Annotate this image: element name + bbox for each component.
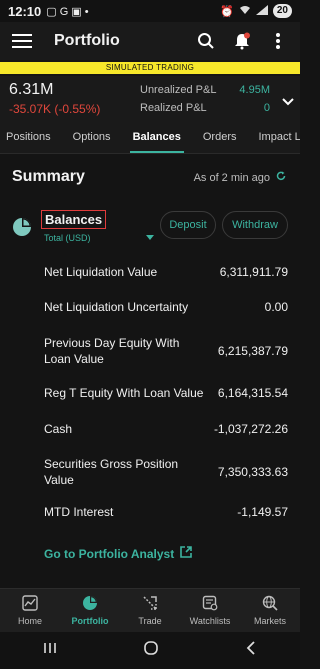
row-label: Net Liquidation Uncertainty	[44, 300, 189, 314]
menu-icon[interactable]	[12, 34, 32, 48]
portfolio-tabs: Positions Options Balances Orders Impact…	[0, 122, 300, 154]
list-item: Net Liquidation Value 6,311,911.79	[44, 255, 288, 288]
realized-pnl-value: 0	[263, 102, 270, 114]
refresh-icon[interactable]	[276, 171, 286, 184]
simulated-trading-banner: SIMULATED TRADING	[0, 62, 300, 74]
nav-watchlists[interactable]: Watchlists	[180, 589, 240, 632]
nav-portfolio-label: Portfolio	[71, 616, 109, 626]
nav-portfolio[interactable]: Portfolio	[60, 589, 120, 632]
tab-impact-lens[interactable]: Impact Len	[248, 122, 301, 153]
tab-balances[interactable]: Balances	[122, 122, 192, 153]
realized-pnl-row: Realized P&L 0	[140, 102, 270, 114]
notification-icons: ▢ G ▣ •	[46, 5, 89, 18]
unrealized-pnl-value: 4.95M	[239, 84, 270, 96]
row-value: 6,311,911.79	[219, 264, 288, 279]
search-icon[interactable]	[196, 31, 216, 51]
more-vert-icon[interactable]	[268, 31, 288, 51]
nav-trade-label: Trade	[138, 616, 162, 626]
portfolio-analyst-label: Go to Portfolio Analyst	[44, 546, 175, 561]
tab-positions[interactable]: Positions	[0, 122, 62, 153]
currency-selector[interactable]: Total (USD)	[44, 233, 91, 243]
app-bar: Portfolio	[0, 22, 300, 60]
bottom-nav: Home Portfolio Trade Watchlists Markets	[0, 588, 300, 632]
external-link-icon	[180, 546, 193, 561]
daily-change: -35.07K (-0.55%)	[9, 102, 101, 116]
nav-markets-label: Markets	[253, 616, 286, 626]
balances-header: Balances Total (USD) Deposit Withdraw	[12, 207, 292, 247]
account-summary-header[interactable]: 6.31M -35.07K (-0.55%) Unrealized P&L 4.…	[0, 76, 300, 122]
wifi-icon	[239, 5, 251, 18]
chevron-down-icon[interactable]	[282, 93, 294, 111]
recent-apps-icon[interactable]	[43, 641, 57, 660]
page-title: Portfolio	[54, 32, 120, 49]
pie-chart-icon	[12, 217, 32, 242]
nav-home-label: Home	[17, 616, 42, 626]
list-item: Net Liquidation Uncertainty 0.00	[44, 288, 288, 326]
row-value: 6,164,315.54	[217, 386, 288, 400]
list-item: Securities Gross Position Value 7,350,33…	[44, 447, 288, 497]
home-button-icon[interactable]	[143, 640, 159, 661]
row-value: -1,149.57	[237, 505, 288, 519]
row-label: MTD Interest	[44, 505, 114, 519]
as-of-text: As of 2 min ago	[193, 171, 270, 184]
status-bar: 12:10 ▢ G ▣ • ⏰ 20	[0, 0, 300, 22]
nav-trade[interactable]: Trade	[120, 589, 180, 632]
watchlists-icon	[202, 595, 218, 613]
tab-options[interactable]: Options	[62, 122, 122, 153]
status-time: 12:10	[8, 3, 42, 19]
caret-down-icon[interactable]	[146, 235, 154, 240]
list-item: Reg T Equity With Loan Value 6,164,315.5…	[44, 375, 288, 411]
nav-markets[interactable]: Markets	[240, 589, 300, 632]
signal-icon	[255, 4, 268, 18]
withdraw-button[interactable]: Withdraw	[222, 211, 288, 239]
list-item: Previous Day Equity With Loan Value 6,21…	[44, 326, 288, 375]
back-icon[interactable]	[245, 641, 257, 660]
alarm-icon: ⏰	[220, 5, 234, 18]
realized-pnl-label: Realized P&L	[140, 102, 207, 114]
unrealized-pnl-row: Unrealized P&L 4.95M	[140, 84, 270, 96]
net-liquidation-value: 6.31M	[9, 81, 54, 98]
trade-arrows-icon	[142, 595, 158, 613]
unrealized-pnl-label: Unrealized P&L	[140, 84, 217, 96]
battery-level: 20	[272, 4, 292, 18]
list-item: Cash -1,037,272.26	[44, 411, 288, 447]
portfolio-pie-icon	[82, 595, 98, 613]
balances-list: Net Liquidation Value 6,311,911.79 Net L…	[44, 255, 288, 527]
row-value: 6,215,387.79	[217, 343, 288, 358]
bell-icon[interactable]	[232, 31, 252, 51]
markets-globe-icon	[262, 595, 278, 613]
row-label: Net Liquidation Value	[44, 264, 158, 279]
portfolio-analyst-link[interactable]: Go to Portfolio Analyst	[44, 546, 193, 561]
row-label: Cash	[44, 422, 73, 436]
balances-title: Balances	[41, 210, 107, 229]
row-label: Securities Gross Position Value	[44, 457, 179, 487]
system-nav-bar	[0, 632, 300, 669]
row-value: 0.00	[264, 300, 288, 314]
nav-home[interactable]: Home	[0, 589, 60, 632]
deposit-button[interactable]: Deposit	[160, 211, 216, 239]
list-item: MTD Interest -1,149.57	[44, 497, 288, 527]
home-chart-icon	[22, 595, 38, 613]
row-value: 7,350,333.63	[217, 465, 288, 479]
nav-watchlists-label: Watchlists	[189, 616, 231, 626]
row-label: Previous Day Equity With Loan Value	[44, 335, 180, 366]
balances-content: Summary As of 2 min ago Balances Total (…	[0, 155, 300, 588]
as-of-refresh[interactable]: As of 2 min ago	[194, 171, 286, 184]
row-value: -1,037,272.26	[213, 422, 288, 436]
tab-orders[interactable]: Orders	[192, 122, 248, 153]
summary-title: Summary	[12, 168, 85, 185]
row-label: Reg T Equity With Loan Value	[44, 386, 204, 400]
